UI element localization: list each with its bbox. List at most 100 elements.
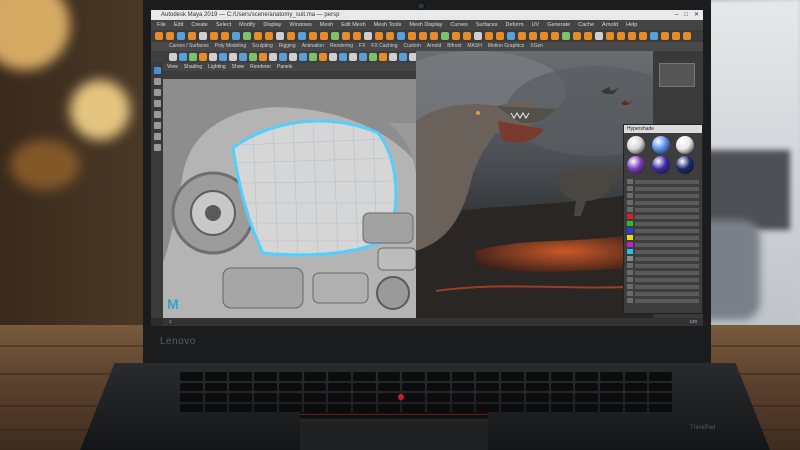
shelf-tab[interactable]: Motion Graphics — [488, 42, 524, 51]
keyboard-key[interactable] — [599, 403, 623, 412]
menu-item[interactable]: Cache — [578, 20, 594, 30]
keyboard-key[interactable] — [278, 372, 302, 381]
menu-item[interactable]: Edit — [174, 20, 183, 30]
keyboard-key[interactable] — [476, 403, 500, 412]
keyboard-key[interactable] — [352, 372, 376, 381]
toolbar-tool-icon[interactable] — [485, 32, 493, 40]
keyboard-key[interactable] — [525, 372, 549, 381]
shelf-tool-icon[interactable] — [169, 53, 177, 61]
move-tool-icon[interactable] — [153, 100, 161, 107]
shelf-tool-icon[interactable] — [319, 53, 327, 61]
material-row[interactable] — [627, 242, 699, 247]
toolbar-tool-icon[interactable] — [298, 32, 306, 40]
keyboard-key[interactable] — [476, 393, 500, 402]
toolbar-tool-icon[interactable] — [375, 32, 383, 40]
shelf-tab[interactable]: Sculpting — [252, 42, 273, 51]
keyboard-key[interactable] — [328, 403, 351, 412]
shelf-tab[interactable]: Poly Modeling — [215, 42, 246, 51]
close-icon[interactable]: ✕ — [694, 10, 699, 20]
minimize-icon[interactable]: – — [675, 10, 678, 20]
shelf-tab[interactable]: FX — [359, 42, 365, 51]
keyboard-key[interactable] — [476, 372, 500, 381]
keyboard-key[interactable] — [254, 393, 277, 402]
toolbar-tool-icon[interactable] — [430, 32, 438, 40]
viewport-render[interactable] — [416, 51, 653, 318]
toolbar-tool-icon[interactable] — [287, 32, 295, 40]
keyboard-key[interactable] — [624, 403, 648, 412]
toolbar-tool-icon[interactable] — [507, 32, 515, 40]
toolbar-tool-icon[interactable] — [441, 32, 449, 40]
material-row[interactable] — [627, 200, 699, 205]
keyboard-key[interactable] — [402, 382, 425, 391]
keyboard-key[interactable] — [229, 393, 253, 402]
keyboard-key[interactable] — [352, 393, 376, 402]
keyboard-key[interactable] — [204, 403, 228, 412]
toolbar-tool-icon[interactable] — [562, 32, 570, 40]
keyboard-key[interactable] — [501, 403, 524, 412]
toolbar-tool-icon[interactable] — [540, 32, 548, 40]
keyboard-key[interactable] — [328, 372, 351, 381]
menu-item[interactable]: Help — [626, 20, 637, 30]
shelf-tab[interactable]: MASH — [467, 42, 481, 51]
shelf-tool-icon[interactable] — [329, 53, 337, 61]
material-row[interactable] — [627, 235, 699, 240]
menu-item[interactable]: Display — [263, 20, 281, 30]
keyboard-key[interactable] — [451, 382, 475, 391]
keyboard-key[interactable] — [204, 372, 228, 381]
material-row[interactable] — [627, 270, 699, 275]
toolbar-tool-icon[interactable] — [419, 32, 427, 40]
menu-item[interactable]: Modify — [239, 20, 255, 30]
shelf-tab[interactable]: XGen — [530, 42, 543, 51]
toolbar-tool-icon[interactable] — [320, 32, 328, 40]
keyboard-key[interactable] — [427, 372, 450, 381]
keyboard-key[interactable] — [624, 393, 648, 402]
toolbar-tool-icon[interactable] — [639, 32, 647, 40]
toolbar-tool-icon[interactable] — [672, 32, 680, 40]
material-row[interactable] — [627, 221, 699, 226]
keyboard-key[interactable] — [525, 403, 549, 412]
material-swatch[interactable] — [651, 136, 670, 154]
material-swatch[interactable] — [676, 156, 695, 174]
shelf-tool-icon[interactable] — [379, 53, 387, 61]
material-row[interactable] — [627, 193, 699, 198]
keyboard-key[interactable] — [525, 393, 549, 402]
keyboard-key[interactable] — [624, 382, 648, 391]
menu-item[interactable]: Create — [191, 20, 208, 30]
keyboard-key[interactable] — [402, 393, 425, 402]
shelf-tab[interactable]: Rendering — [330, 42, 353, 51]
menu-item[interactable]: Deform — [506, 20, 524, 30]
toolbar-tool-icon[interactable] — [386, 32, 394, 40]
material-row[interactable] — [627, 179, 699, 184]
menu-item[interactable]: Edit Mesh — [341, 20, 365, 30]
keyboard-key[interactable] — [525, 382, 549, 391]
toolbar-tool-icon[interactable] — [408, 32, 416, 40]
menu-item[interactable]: UV — [532, 20, 540, 30]
toolbar-tool-icon[interactable] — [265, 32, 273, 40]
toolbar-tool-icon[interactable] — [309, 32, 317, 40]
lasso-tool-icon[interactable] — [153, 78, 161, 85]
keyboard-key[interactable] — [402, 403, 425, 412]
menu-item[interactable]: Generate — [547, 20, 570, 30]
shelf-tool-icon[interactable] — [229, 53, 237, 61]
keyboard-key[interactable] — [229, 382, 253, 391]
rotate-tool-icon[interactable] — [153, 111, 161, 118]
keyboard-key[interactable] — [427, 393, 450, 402]
paint-select-icon[interactable] — [153, 89, 161, 96]
menu-item[interactable]: File — [157, 20, 166, 30]
toolbar-tool-icon[interactable] — [221, 32, 229, 40]
material-swatch[interactable] — [627, 136, 645, 154]
toolbar-tool-icon[interactable] — [166, 32, 174, 40]
keyboard-key[interactable] — [550, 403, 574, 412]
keyboard-key[interactable] — [550, 372, 574, 381]
select-tool-icon[interactable] — [153, 67, 161, 74]
keyboard-key[interactable] — [303, 382, 327, 391]
toolbar-tool-icon[interactable] — [584, 32, 592, 40]
toolbar-tool-icon[interactable] — [331, 32, 339, 40]
material-row[interactable] — [627, 298, 699, 303]
material-row[interactable] — [627, 291, 699, 296]
keyboard-key[interactable] — [476, 382, 500, 391]
toolbar-tool-icon[interactable] — [342, 32, 350, 40]
shelf-tool-icon[interactable] — [249, 53, 257, 61]
trackpoint-buttons[interactable] — [300, 412, 488, 418]
keyboard-key[interactable] — [649, 393, 672, 402]
